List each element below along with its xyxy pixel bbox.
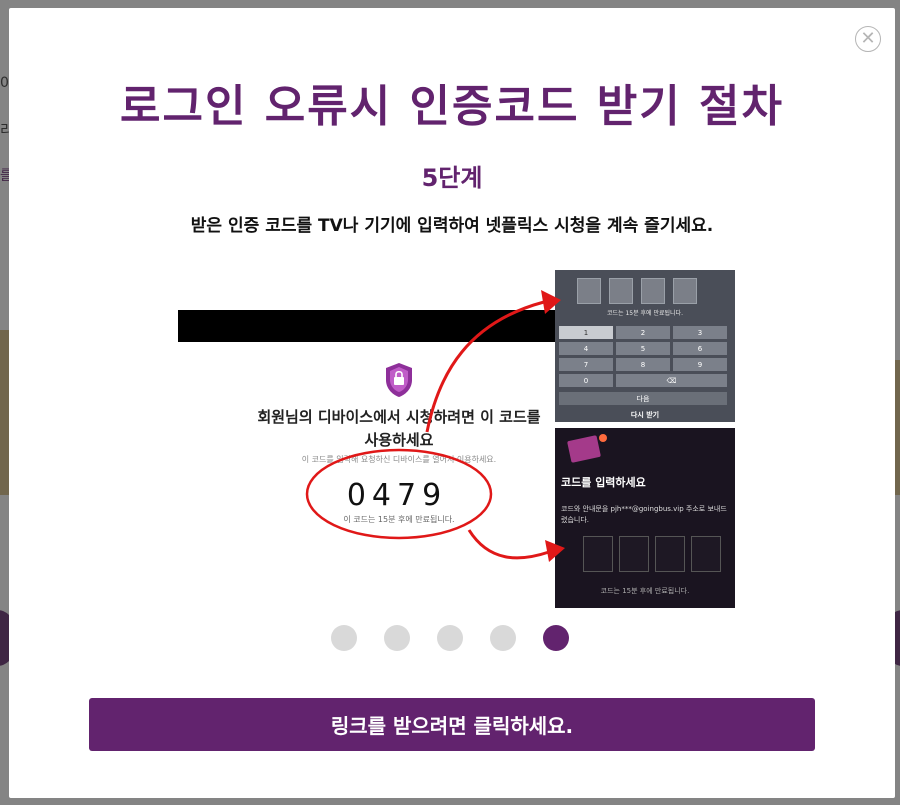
keypad-key: 9 <box>673 358 727 371</box>
email-code-box <box>655 536 685 572</box>
shield-icon <box>386 363 412 397</box>
pagination-dot-active[interactable] <box>543 625 569 651</box>
email-code-box <box>691 536 721 572</box>
tv-next-key: 다음 <box>559 392 727 405</box>
phone-code-subtitle: 이 코드를 입력해 요청하신 디바이스를 열어서 이용하세요. <box>301 455 497 464</box>
pagination-dot[interactable] <box>490 625 516 651</box>
keypad-key: 5 <box>616 342 670 355</box>
backspace-icon: ⌫ <box>616 374 727 387</box>
tv-code-box <box>673 278 697 304</box>
step-label: 5단계 <box>421 164 483 192</box>
verification-code: 0479 <box>346 478 448 513</box>
tv-code-entry-screen: 코드는 15분 후에 만료됩니다. 1 2 3 4 5 6 7 8 9 0 ⌫ … <box>555 270 735 422</box>
pagination-dot[interactable] <box>437 625 463 651</box>
email-code-box <box>619 536 649 572</box>
phone-header-bar <box>178 310 570 342</box>
keypad-key: 0 <box>559 374 613 387</box>
tv-resend-label: 다시 받기 <box>630 411 660 419</box>
pagination-dots <box>331 625 569 651</box>
close-button[interactable]: ✕ <box>855 26 881 52</box>
email-code-box <box>583 536 613 572</box>
tv-keypad: 1 2 3 4 5 6 7 8 9 0 ⌫ <box>559 326 727 387</box>
keypad-key: 3 <box>673 326 727 339</box>
code-expiry-note: 이 코드는 15분 후에 만료됩니다. <box>343 515 455 524</box>
get-link-button[interactable]: 링크를 받으려면 클릭하세요. <box>89 698 815 751</box>
tv-expiry-hint: 코드는 15분 후에 만료됩니다. <box>607 310 683 317</box>
step-illustration: 회원님의 디바이스에서 시청하려면 이 코드를 사용하세요 이 코드를 입력해 … <box>169 262 739 608</box>
tv-code-box <box>641 278 665 304</box>
step-description: 받은 인증 코드를 TV나 기기에 입력하여 넷플릭스 시청을 계속 즐기세요. <box>190 216 714 236</box>
email-code-boxes <box>583 536 721 572</box>
keypad-key: 2 <box>616 326 670 339</box>
phone-code-heading: 회원님의 디바이스에서 시청하려면 이 코드를 사용하세요 <box>257 408 541 449</box>
tv-code-box <box>609 278 633 304</box>
keypad-key: 1 <box>559 326 613 339</box>
close-icon: ✕ <box>860 28 876 49</box>
keypad-key: 4 <box>559 342 613 355</box>
keypad-key: 6 <box>673 342 727 355</box>
email-expiry-note: 코드는 15분 후에 만료됩니다. <box>600 587 690 595</box>
pagination-dot[interactable] <box>384 625 410 651</box>
notification-dot-icon <box>599 434 607 442</box>
arrow-to-email-icon <box>467 529 550 560</box>
keypad-key: 8 <box>616 358 670 371</box>
keypad-key: 7 <box>559 358 613 371</box>
tv-code-boxes <box>577 278 697 304</box>
tv-code-box <box>577 278 601 304</box>
modal-dialog: ✕ 로그인 오류시 인증코드 받기 절차 5단계 받은 인증 코드를 TV나 기… <box>9 8 895 798</box>
email-screen-title: 코드를 입력하세요 <box>561 476 646 489</box>
pagination-dot[interactable] <box>331 625 357 651</box>
envelope-icon <box>567 435 601 463</box>
email-screen-body: 코드와 안내문을 pjh***@goingbus.vip 주소로 보내드렸습니다… <box>561 505 727 524</box>
modal-title: 로그인 오류시 인증코드 받기 절차 <box>120 81 784 132</box>
email-code-screen: 코드를 입력하세요 코드와 안내문을 pjh***@goingbus.vip 주… <box>555 428 735 608</box>
